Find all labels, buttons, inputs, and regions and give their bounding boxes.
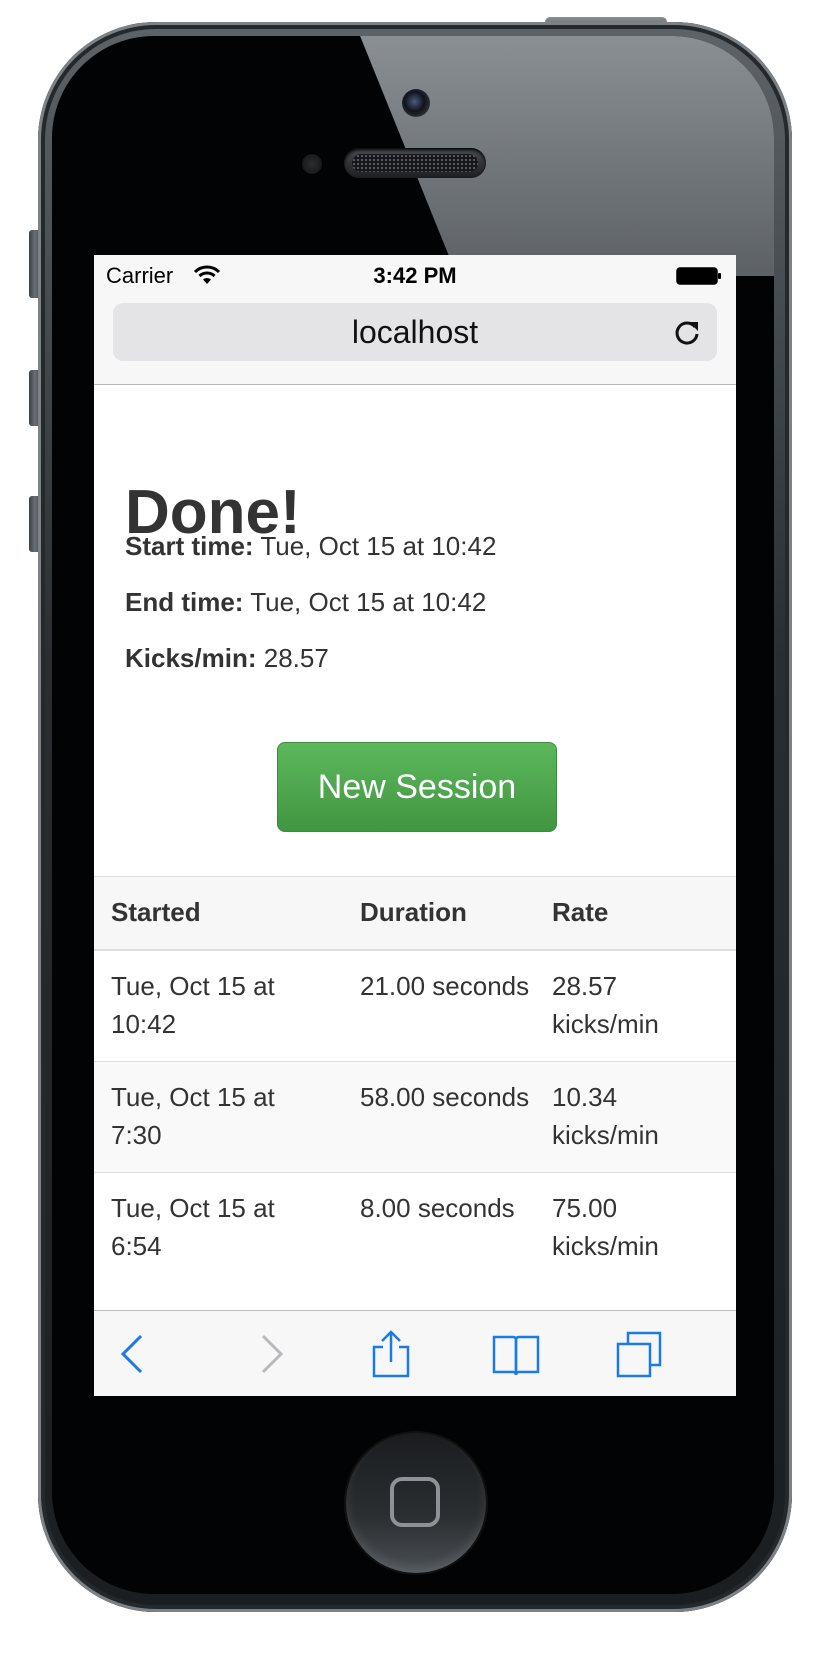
- home-button-icon: [390, 1477, 440, 1527]
- screen: Carrier 3:42 PM localhost Done! Start ti…: [94, 255, 736, 1396]
- cell-rate: 28.57 kicks/min: [552, 971, 659, 1039]
- bookmarks-icon[interactable]: [491, 1329, 541, 1379]
- new-session-button[interactable]: New Session: [277, 742, 557, 832]
- back-icon[interactable]: [110, 1329, 160, 1379]
- front-camera: [402, 89, 430, 117]
- cell-duration: 8.00 seconds: [360, 1193, 515, 1223]
- browser-address-area: localhost: [94, 295, 736, 385]
- table-row: Tue, Oct 15 at 6:54 8.00 seconds 75.00 k…: [94, 1173, 736, 1283]
- start-time-value: Tue, Oct 15 at 10:42: [260, 531, 497, 561]
- table-row: Tue, Oct 15 at 7:30 58.00 seconds 10.34 …: [94, 1062, 736, 1173]
- url-text: localhost: [351, 314, 479, 350]
- proximity-sensor: [302, 154, 322, 174]
- battery-icon: [676, 267, 721, 285]
- tabs-icon[interactable]: [614, 1329, 664, 1379]
- table-header: Started Duration Rate: [94, 876, 736, 951]
- address-bar[interactable]: localhost: [113, 303, 717, 361]
- start-time-label: Start time:: [125, 531, 254, 561]
- header-rate: Rate: [552, 897, 609, 927]
- kicks-rate-value: 28.57: [263, 643, 329, 673]
- browser-toolbar: [94, 1310, 736, 1396]
- kicks-rate-row: Kicks/min: 28.57: [125, 643, 329, 674]
- share-icon[interactable]: [366, 1329, 416, 1379]
- header-duration: Duration: [360, 897, 467, 927]
- forward-icon[interactable]: [244, 1329, 294, 1379]
- speaker-grille: [352, 154, 478, 172]
- cell-started: Tue, Oct 15 at 7:30: [111, 1082, 275, 1150]
- cell-duration: 58.00 seconds: [360, 1082, 530, 1112]
- end-time-label: End time:: [125, 587, 244, 617]
- table-row: Tue, Oct 15 at 10:42 21.00 seconds 28.57…: [94, 951, 736, 1062]
- cell-started: Tue, Oct 15 at 6:54: [111, 1193, 275, 1261]
- cell-rate: 75.00 kicks/min: [552, 1193, 659, 1261]
- status-time: 3:42 PM: [373, 263, 457, 288]
- start-time-row: Start time: Tue, Oct 15 at 10:42: [125, 531, 496, 562]
- kicks-rate-label: Kicks/min:: [125, 643, 257, 673]
- header-started: Started: [111, 897, 201, 927]
- reload-icon[interactable]: [671, 317, 703, 349]
- status-bar: Carrier 3:42 PM: [94, 255, 736, 295]
- cell-started: Tue, Oct 15 at 10:42: [111, 971, 275, 1039]
- end-time-row: End time: Tue, Oct 15 at 10:42: [125, 587, 486, 618]
- end-time-value: Tue, Oct 15 at 10:42: [250, 587, 487, 617]
- cell-duration: 21.00 seconds: [360, 971, 530, 1001]
- sessions-table: Started Duration Rate Tue, Oct 15 at 10:…: [94, 876, 736, 1283]
- cell-rate: 10.34 kicks/min: [552, 1082, 659, 1150]
